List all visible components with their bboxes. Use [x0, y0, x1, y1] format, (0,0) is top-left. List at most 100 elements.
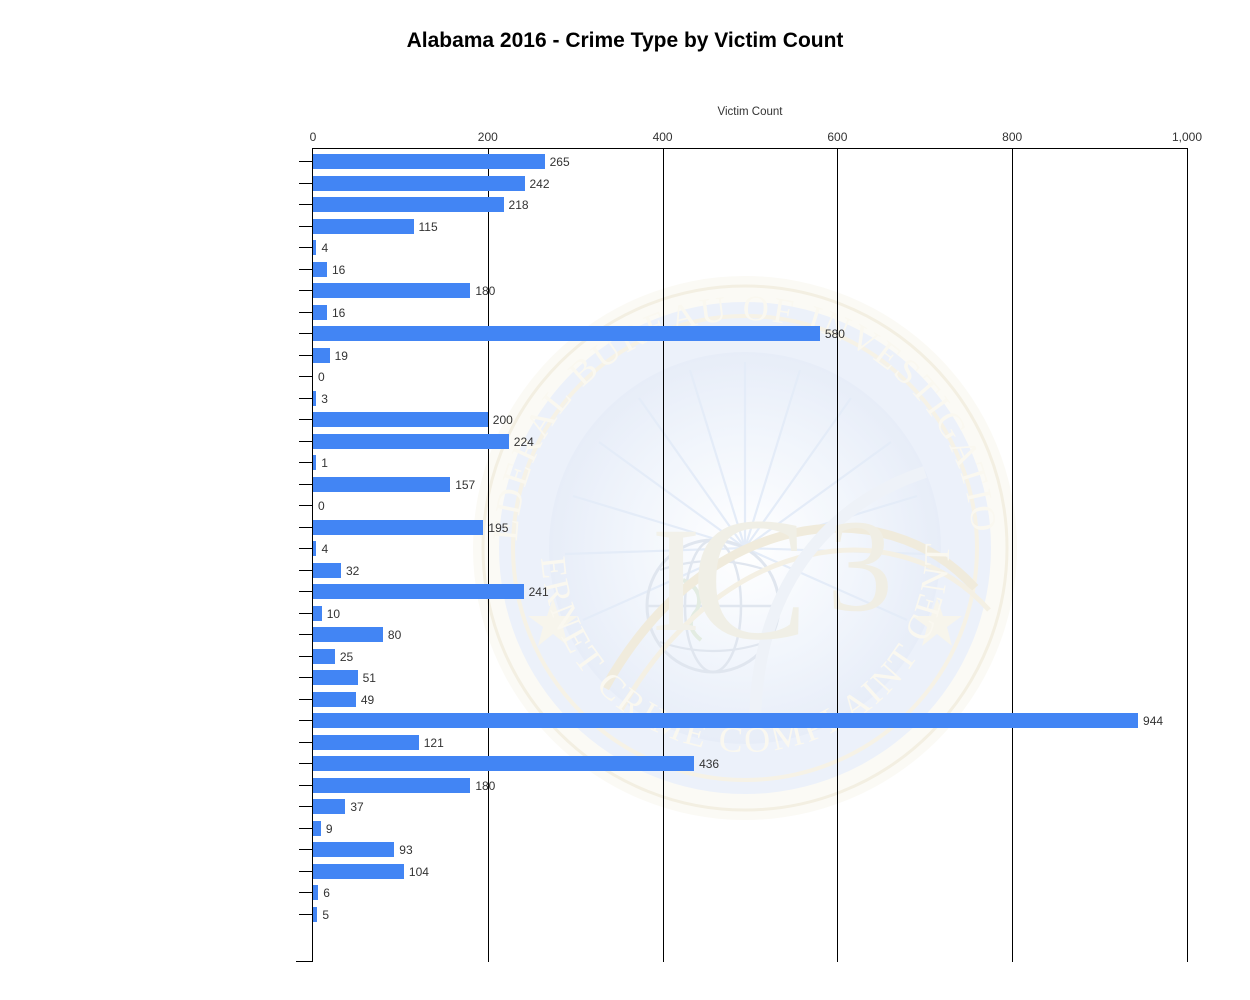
bar[interactable]	[313, 648, 335, 664]
y-tick-mark	[299, 612, 312, 614]
bar[interactable]	[313, 562, 341, 578]
y-tick-mark	[299, 827, 312, 829]
bar-row: Extortion224	[299, 433, 1187, 455]
bar[interactable]	[313, 906, 318, 922]
y-tick-mark	[299, 526, 312, 528]
bar[interactable]	[313, 197, 504, 212]
bar[interactable]	[313, 734, 419, 750]
bar-row: 419/Overpayment265	[299, 153, 1187, 175]
bar[interactable]	[313, 175, 525, 191]
y-tick-mark	[299, 763, 312, 764]
gridline	[662, 149, 664, 962]
y-tick-mark	[299, 784, 312, 786]
bar[interactable]	[313, 519, 484, 535]
y-tick-mark	[299, 204, 312, 205]
bar-value-label: 51	[362, 671, 376, 685]
bar[interactable]	[313, 691, 356, 707]
gridline	[1012, 149, 1014, 962]
x-axis-line	[313, 148, 1188, 149]
y-tick-mark	[299, 741, 312, 743]
bar-row: Phishing/Vishing/Smishing/Pharming180	[299, 777, 1187, 799]
bar[interactable]	[313, 777, 471, 793]
bar[interactable]	[313, 820, 321, 836]
bar-row: BEC/EAC115	[299, 218, 1187, 240]
bar[interactable]	[313, 670, 358, 685]
y-tick-mark	[299, 720, 312, 721]
bar[interactable]	[313, 433, 509, 449]
bar-row: Misrepresentation51	[299, 669, 1187, 691]
bar[interactable]	[313, 261, 327, 277]
bar-value-label: 10	[326, 606, 341, 621]
bar-row: Criminal Forums0	[299, 368, 1187, 390]
bar[interactable]	[313, 240, 317, 255]
bar-row: Re-shipping9	[299, 820, 1187, 842]
bar[interactable]	[313, 304, 327, 320]
bar-value-label: 218	[508, 198, 529, 212]
bar-row: Civil Matter16	[299, 261, 1187, 283]
x-axis-title: Victim Count	[717, 106, 783, 118]
y-tick-mark	[299, 247, 312, 248]
bar-value-label: 436	[699, 757, 720, 771]
x-tick-label: 800	[1002, 130, 1023, 144]
bar[interactable]	[313, 476, 451, 492]
bar[interactable]	[313, 863, 404, 879]
y-tick-mark	[299, 376, 312, 377]
bar-value-label: 9	[325, 821, 333, 836]
bar[interactable]	[313, 412, 488, 427]
bar[interactable]	[313, 283, 471, 298]
y-tick-mark	[299, 505, 312, 506]
y-tick-mark	[299, 569, 312, 571]
bar-row: Other121	[299, 734, 1187, 756]
y-tick-mark	[299, 290, 312, 291]
y-tick-mark	[299, 440, 312, 442]
x-tick-label: 600	[827, 130, 848, 144]
bar-value-label: 242	[529, 176, 550, 191]
bar-row: Harassment/Threats of Violence195	[299, 519, 1187, 541]
y-axis-foot	[296, 961, 313, 962]
bar-value-label: 944	[1143, 714, 1164, 728]
bar[interactable]	[313, 885, 319, 900]
bar[interactable]	[313, 627, 383, 642]
bar-row: Confidence Fraud/Romance180	[299, 282, 1187, 304]
y-tick-mark	[299, 870, 312, 872]
bar[interactable]	[313, 541, 317, 556]
bar-value-label: 0	[318, 370, 325, 384]
bar-row: Real Estate/Rental93	[299, 841, 1187, 863]
bar-row: Employment200	[299, 411, 1187, 433]
bar[interactable]	[313, 326, 820, 341]
bar-value-label: 5	[322, 907, 330, 922]
bar-value-label: 32	[345, 563, 360, 578]
bar-value-label: 16	[331, 305, 346, 320]
bar-value-label: 4	[321, 241, 329, 255]
y-tick-mark	[299, 311, 312, 313]
chart-container: Alabama 2016 - Crime Type by Victim Coun…	[0, 0, 1250, 1000]
bar[interactable]	[313, 842, 395, 857]
bar[interactable]	[313, 605, 322, 621]
bar-value-label: 16	[331, 262, 346, 277]
bar-value-label: 195	[488, 520, 509, 535]
y-tick-mark	[299, 806, 312, 807]
bar-row: Malware/Scareware25	[299, 648, 1187, 670]
bar-value-label: 180	[475, 778, 496, 793]
bar[interactable]	[313, 756, 695, 771]
bar-row: Auction218	[299, 196, 1187, 218]
bar-row: Charity4	[299, 239, 1187, 261]
bar[interactable]	[313, 455, 317, 470]
bar-value-label: 3	[321, 391, 328, 406]
y-tick-mark	[299, 591, 312, 592]
bar-value-label: 0	[318, 499, 325, 513]
bar-row: Personal Data Breach436	[299, 755, 1187, 777]
bar[interactable]	[313, 347, 330, 363]
bar[interactable]	[313, 218, 414, 234]
y-axis-line	[312, 148, 313, 962]
bar[interactable]	[313, 390, 317, 406]
bar[interactable]	[313, 154, 545, 169]
bar-row: Tech Support104	[299, 863, 1187, 885]
y-tick-mark	[299, 354, 312, 356]
bar[interactable]	[313, 584, 524, 599]
bar[interactable]	[313, 799, 346, 814]
y-tick-mark	[299, 182, 312, 184]
bar-value-label: 37	[350, 800, 364, 814]
bar[interactable]	[313, 713, 1139, 728]
bar-row: Identity Theft241	[299, 583, 1187, 605]
